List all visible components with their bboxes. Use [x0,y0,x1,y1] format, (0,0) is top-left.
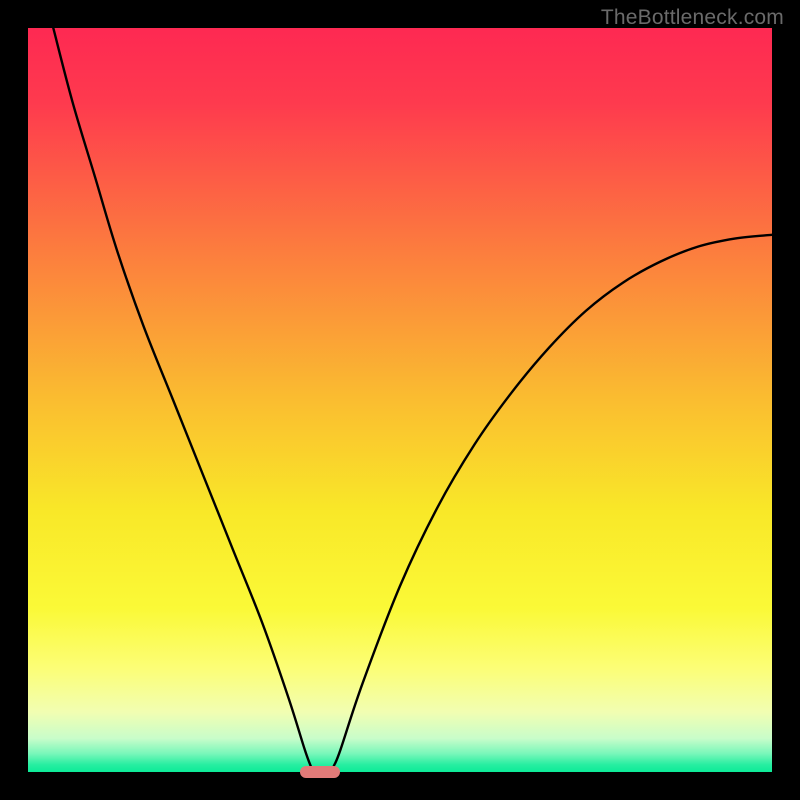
chart-curve [28,28,772,772]
chart-plot-area [28,28,772,772]
watermark-text: TheBottleneck.com [601,6,784,30]
optimum-marker [300,766,341,779]
